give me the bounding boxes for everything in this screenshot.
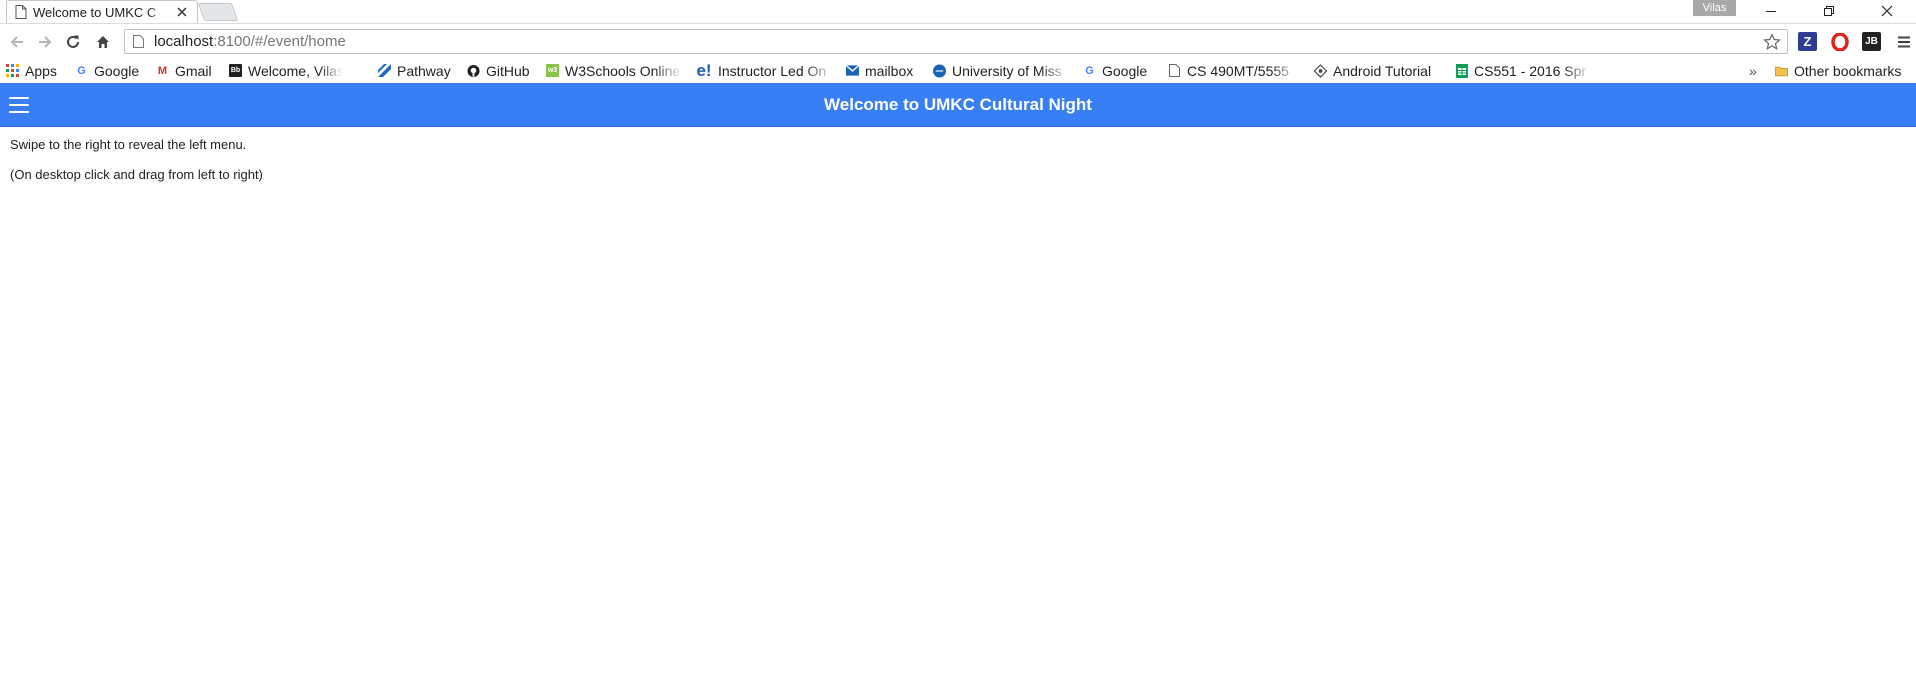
minimize-button[interactable] — [1743, 0, 1799, 21]
bookmark-mailbox[interactable]: mailbox — [846, 58, 913, 83]
reload-icon — [67, 35, 79, 48]
restore-button[interactable] — [1801, 0, 1857, 21]
bookmark-label: CS551 - 2016 Spr — [1474, 62, 1587, 79]
page-content: Swipe to the right to reveal the left me… — [10, 138, 263, 198]
bookmark-blackboard[interactable]: Bb Welcome, Vilas – — [229, 58, 343, 83]
apps-grid-icon — [6, 64, 19, 77]
reload-button[interactable] — [64, 33, 82, 51]
bookmark-label: Welcome, Vilas – — [248, 62, 343, 79]
bookmark-label: W3Schools Online — [565, 62, 681, 79]
browser-toolbar: localhost:8100/#/event/home Z JB — [0, 23, 1916, 58]
bookmark-university[interactable]: University of Miss — [933, 58, 1070, 83]
bookmark-label: Pathway — [397, 62, 451, 79]
restore-icon — [1824, 5, 1834, 16]
folder-icon — [1775, 64, 1788, 77]
profile-button[interactable]: Vilas — [1693, 0, 1736, 16]
bookmark-w3schools[interactable]: w3 W3Schools Online — [546, 58, 683, 83]
bookmarks-bar: Apps G Google M Gmail Bb Welcome, Vilas … — [0, 58, 1916, 83]
bookmark-label: Android Tutorial — [1333, 62, 1432, 79]
new-tab-button[interactable] — [197, 3, 239, 21]
bookmark-pathway[interactable]: Pathway — [378, 58, 451, 83]
close-icon[interactable] — [175, 5, 189, 19]
tab-title: Welcome to UMKC C — [33, 4, 157, 20]
bookmark-android-tutorial[interactable]: Android Tutorial — [1314, 58, 1431, 83]
browser-tab[interactable]: Welcome to UMKC C — [6, 0, 198, 23]
bookmark-label: Gmail — [175, 62, 212, 79]
bookmark-label: Instructor Led On — [718, 62, 827, 79]
w3schools-icon: w3 — [546, 64, 559, 77]
bookmark-github[interactable]: GitHub — [467, 58, 530, 83]
mail-icon — [846, 64, 859, 77]
bookmark-star-icon[interactable] — [1763, 33, 1781, 51]
bookmark-instructor-led[interactable]: e! Instructor Led On — [696, 58, 834, 83]
bookmark-label: Apps — [25, 62, 57, 79]
pathway-icon — [378, 64, 391, 77]
bookmark-label: GitHub — [486, 62, 530, 79]
bookmark-apps[interactable]: Apps — [6, 58, 57, 83]
bookmark-label: mailbox — [865, 62, 914, 79]
github-icon — [467, 64, 480, 77]
bookmark-label: Other bookmarks — [1794, 62, 1902, 79]
page-icon — [1169, 64, 1180, 77]
instruction-text: Swipe to the right to reveal the left me… — [10, 137, 247, 152]
app-header-bar: Welcome to UMKC Cultural Night — [0, 83, 1916, 127]
home-icon — [97, 36, 109, 48]
google-icon: G — [77, 64, 86, 77]
android-icon — [1314, 63, 1327, 78]
umkc-icon — [933, 64, 946, 77]
page-icon — [15, 5, 27, 19]
tab-strip: Welcome to UMKC C Vilas — [0, 0, 1916, 23]
bookmark-gmail[interactable]: M Gmail — [156, 58, 212, 83]
home-button[interactable] — [94, 33, 112, 51]
hamburger-menu-icon — [1897, 36, 1910, 47]
bb-icon: Bb — [229, 64, 242, 77]
back-button[interactable] — [8, 33, 26, 51]
url-host: localhost — [154, 33, 214, 50]
opera-extension-icon[interactable] — [1830, 32, 1849, 51]
forward-button[interactable] — [36, 33, 54, 51]
jetbrains-extension-icon[interactable]: JB — [1862, 32, 1881, 51]
bookmark-cs490[interactable]: CS 490MT/5555 — [1168, 58, 1299, 83]
minimize-icon — [1766, 10, 1776, 12]
back-arrow-icon — [10, 36, 23, 48]
forward-arrow-icon — [39, 36, 52, 48]
sheets-icon — [1455, 63, 1468, 78]
bookmark-label: CS 490MT/5555 — [1187, 62, 1289, 79]
google-icon: G — [1085, 64, 1094, 77]
bookmark-label: University of Miss — [952, 62, 1062, 79]
gmail-icon: M — [157, 64, 168, 77]
address-bar[interactable]: localhost:8100/#/event/home — [124, 29, 1788, 54]
page-title: Welcome to UMKC Cultural Night — [824, 95, 1092, 114]
chrome-menu-button[interactable] — [1894, 32, 1913, 51]
zotero-extension-icon[interactable]: Z — [1798, 32, 1817, 51]
page-icon — [133, 35, 144, 48]
url-path: :8100/#/event/home — [213, 33, 346, 50]
e-icon: e! — [696, 60, 712, 80]
bookmark-google-2[interactable]: G Google — [1083, 58, 1147, 83]
bookmark-cs551[interactable]: CS551 - 2016 Spr — [1455, 58, 1592, 83]
close-icon — [1881, 5, 1893, 16]
bookmarks-overflow-button[interactable]: » — [1749, 58, 1757, 83]
bookmark-label: Google — [94, 62, 140, 79]
other-bookmarks-folder[interactable]: Other bookmarks — [1775, 58, 1901, 83]
bookmark-google[interactable]: G Google — [75, 58, 139, 83]
close-window-button[interactable] — [1859, 0, 1915, 21]
desktop-instruction-text: (On desktop click and drag from left to … — [10, 167, 263, 182]
bookmark-label: Google — [1102, 62, 1148, 79]
